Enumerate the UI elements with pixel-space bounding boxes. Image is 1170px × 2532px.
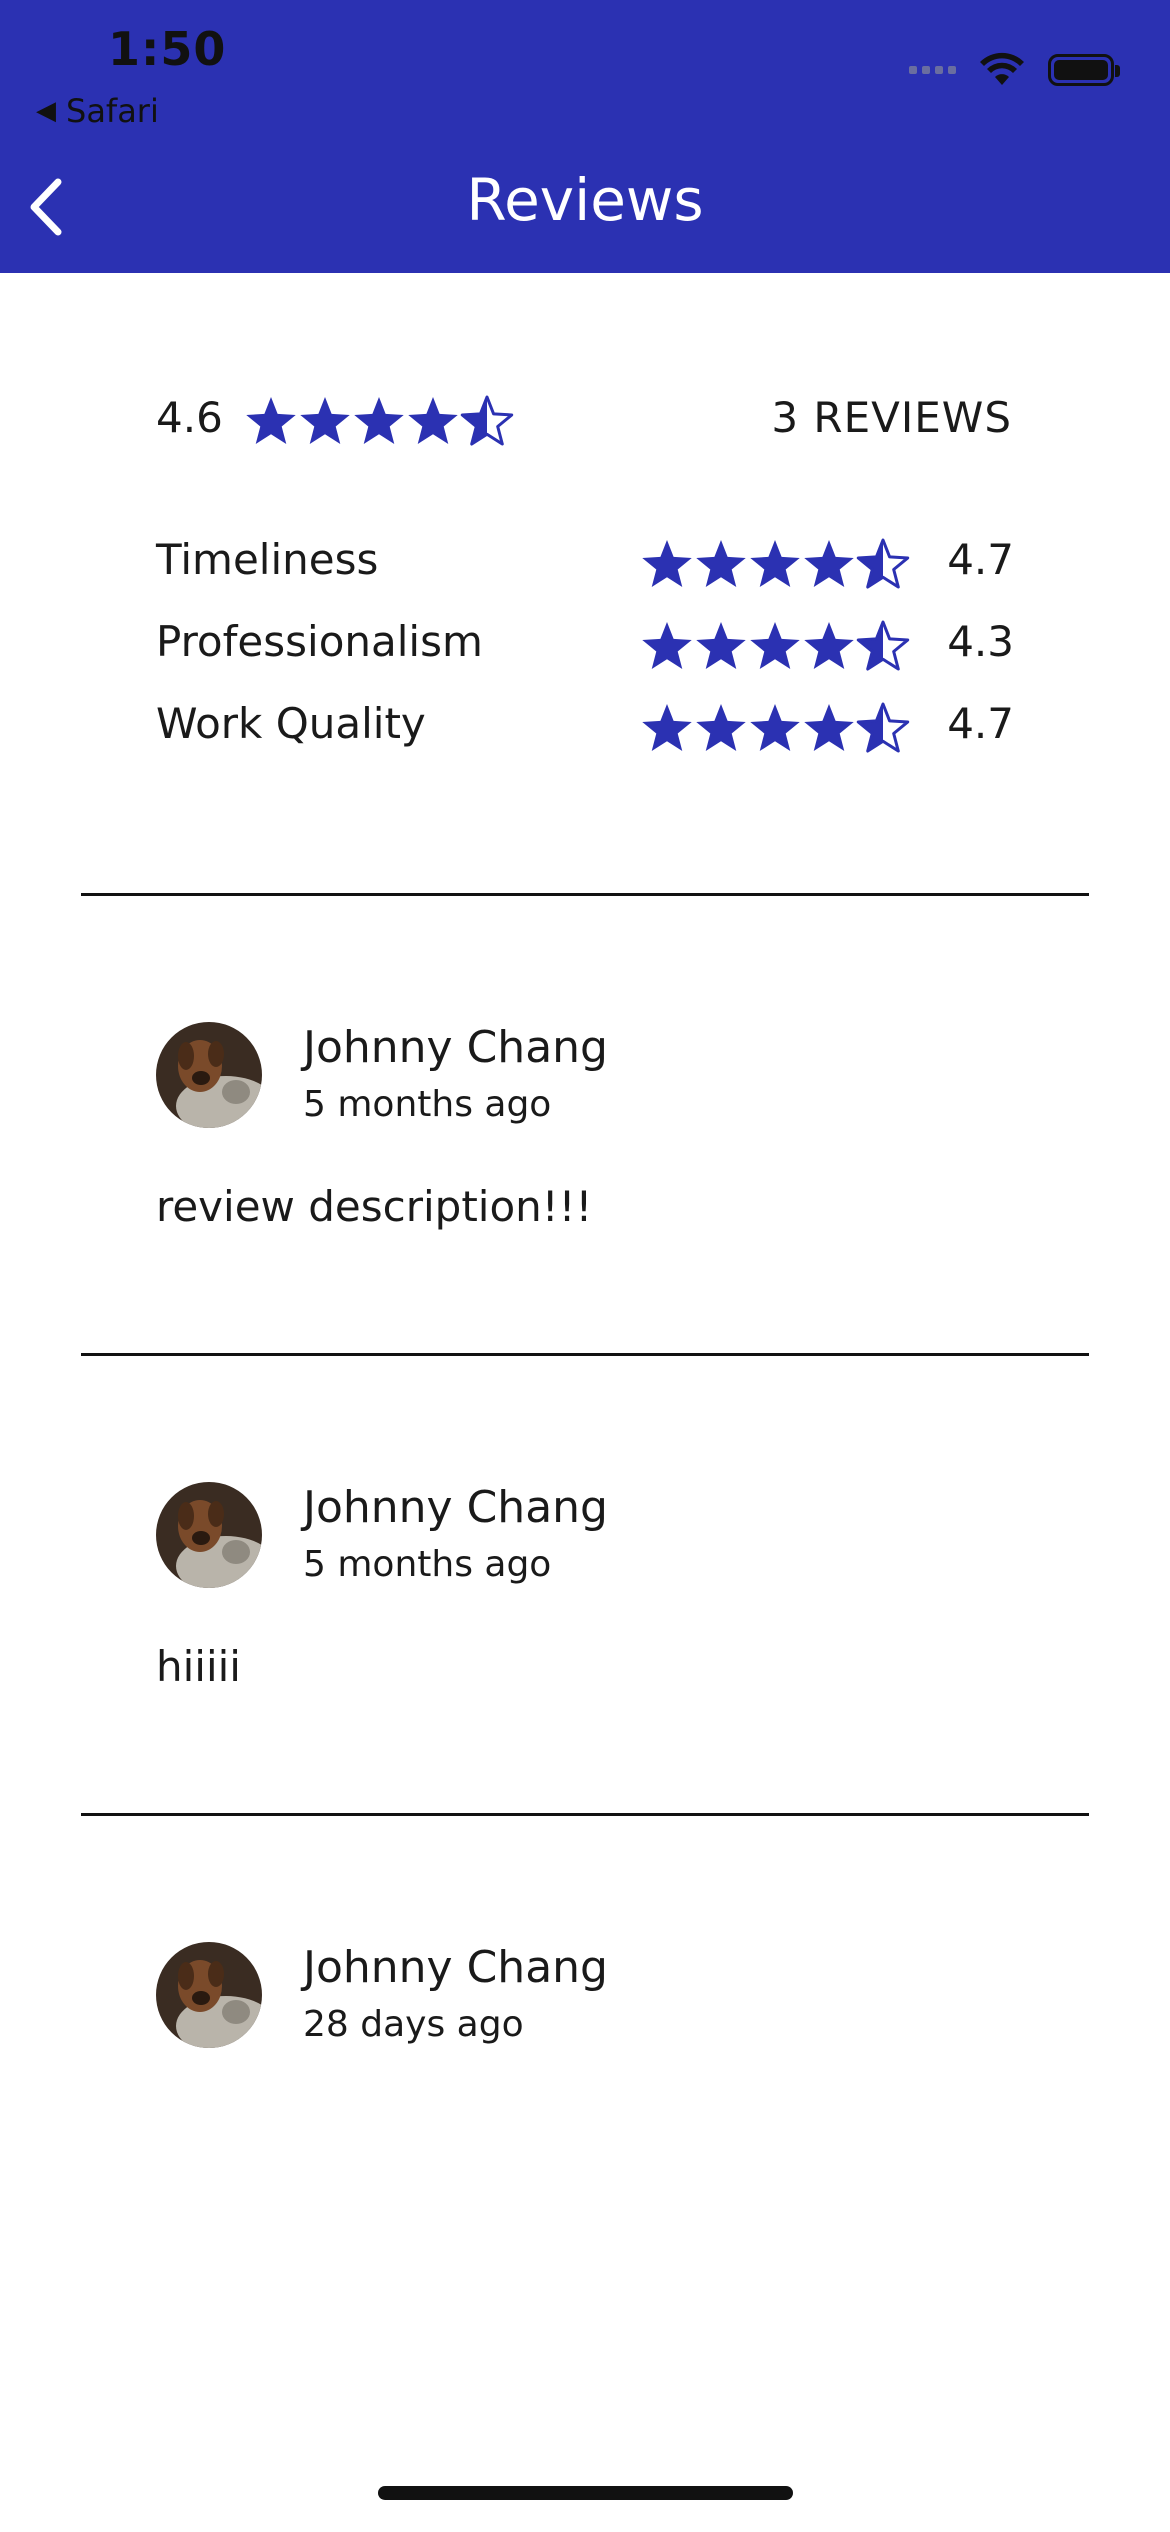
star-icon xyxy=(696,704,746,752)
avatar[interactable] xyxy=(156,1022,262,1128)
star-icon xyxy=(696,540,746,588)
review-time: 5 months ago xyxy=(303,1084,552,1125)
category-label: Timeliness xyxy=(156,535,379,584)
star-icon xyxy=(354,397,404,445)
category-score: 4.7 xyxy=(947,699,1014,748)
divider xyxy=(81,893,1089,896)
star-icon xyxy=(750,622,800,670)
category-star-rating xyxy=(640,701,910,755)
category-row-professionalism: Professionalism 4.3 xyxy=(156,617,1014,677)
review-time: 28 days ago xyxy=(303,2004,524,2045)
review-time: 5 months ago xyxy=(303,1544,552,1585)
app-header: 1:50 ◀ Safari Reviews xyxy=(0,0,1170,273)
star-icon xyxy=(804,704,854,752)
divider xyxy=(81,1813,1089,1816)
home-indicator[interactable] xyxy=(378,2486,793,2500)
star-icon xyxy=(642,622,692,670)
divider xyxy=(81,1353,1089,1356)
star-icon xyxy=(642,704,692,752)
back-app-label: Safari xyxy=(66,92,159,130)
category-label: Work Quality xyxy=(156,699,426,748)
star-icon xyxy=(460,395,514,446)
star-icon xyxy=(750,704,800,752)
star-icon xyxy=(300,397,350,445)
star-icon xyxy=(750,540,800,588)
star-icon xyxy=(856,620,910,671)
reviewer-name: Johnny Chang xyxy=(303,1022,608,1073)
overall-star-rating xyxy=(244,394,514,448)
star-icon xyxy=(856,538,910,589)
wifi-icon xyxy=(980,52,1024,85)
star-icon xyxy=(246,397,296,445)
cellular-signal-icon xyxy=(909,66,956,74)
category-score: 4.3 xyxy=(947,617,1014,666)
category-label: Professionalism xyxy=(156,617,483,666)
overall-score: 4.6 xyxy=(156,393,223,442)
category-star-rating xyxy=(640,619,910,673)
review-text: review description!!! xyxy=(156,1182,593,1231)
star-icon xyxy=(642,540,692,588)
small-left-triangle-icon: ◀ xyxy=(36,96,56,126)
avatar[interactable] xyxy=(156,1482,262,1588)
avatar-photo xyxy=(156,1942,262,2048)
star-icon xyxy=(408,397,458,445)
category-score: 4.7 xyxy=(947,535,1014,584)
battery-icon xyxy=(1048,54,1120,86)
status-indicators xyxy=(909,52,1120,88)
review-count: 3 REVIEWS xyxy=(771,393,1012,442)
status-time: 1:50 xyxy=(108,22,227,76)
back-to-safari-link[interactable]: ◀ Safari xyxy=(36,92,159,130)
star-icon xyxy=(696,622,746,670)
category-row-work-quality: Work Quality 4.7 xyxy=(156,699,1014,759)
page-title: Reviews xyxy=(466,166,704,234)
category-star-rating xyxy=(640,537,910,591)
reviewer-name: Johnny Chang xyxy=(303,1482,608,1533)
star-icon xyxy=(856,702,910,753)
review-text: hiiiii xyxy=(156,1642,241,1691)
reviewer-name: Johnny Chang xyxy=(303,1942,608,1993)
star-icon xyxy=(804,622,854,670)
star-icon xyxy=(804,540,854,588)
avatar[interactable] xyxy=(156,1942,262,2048)
avatar-photo xyxy=(156,1022,262,1128)
category-row-timeliness: Timeliness 4.7 xyxy=(156,535,1014,595)
avatar-photo xyxy=(156,1482,262,1588)
